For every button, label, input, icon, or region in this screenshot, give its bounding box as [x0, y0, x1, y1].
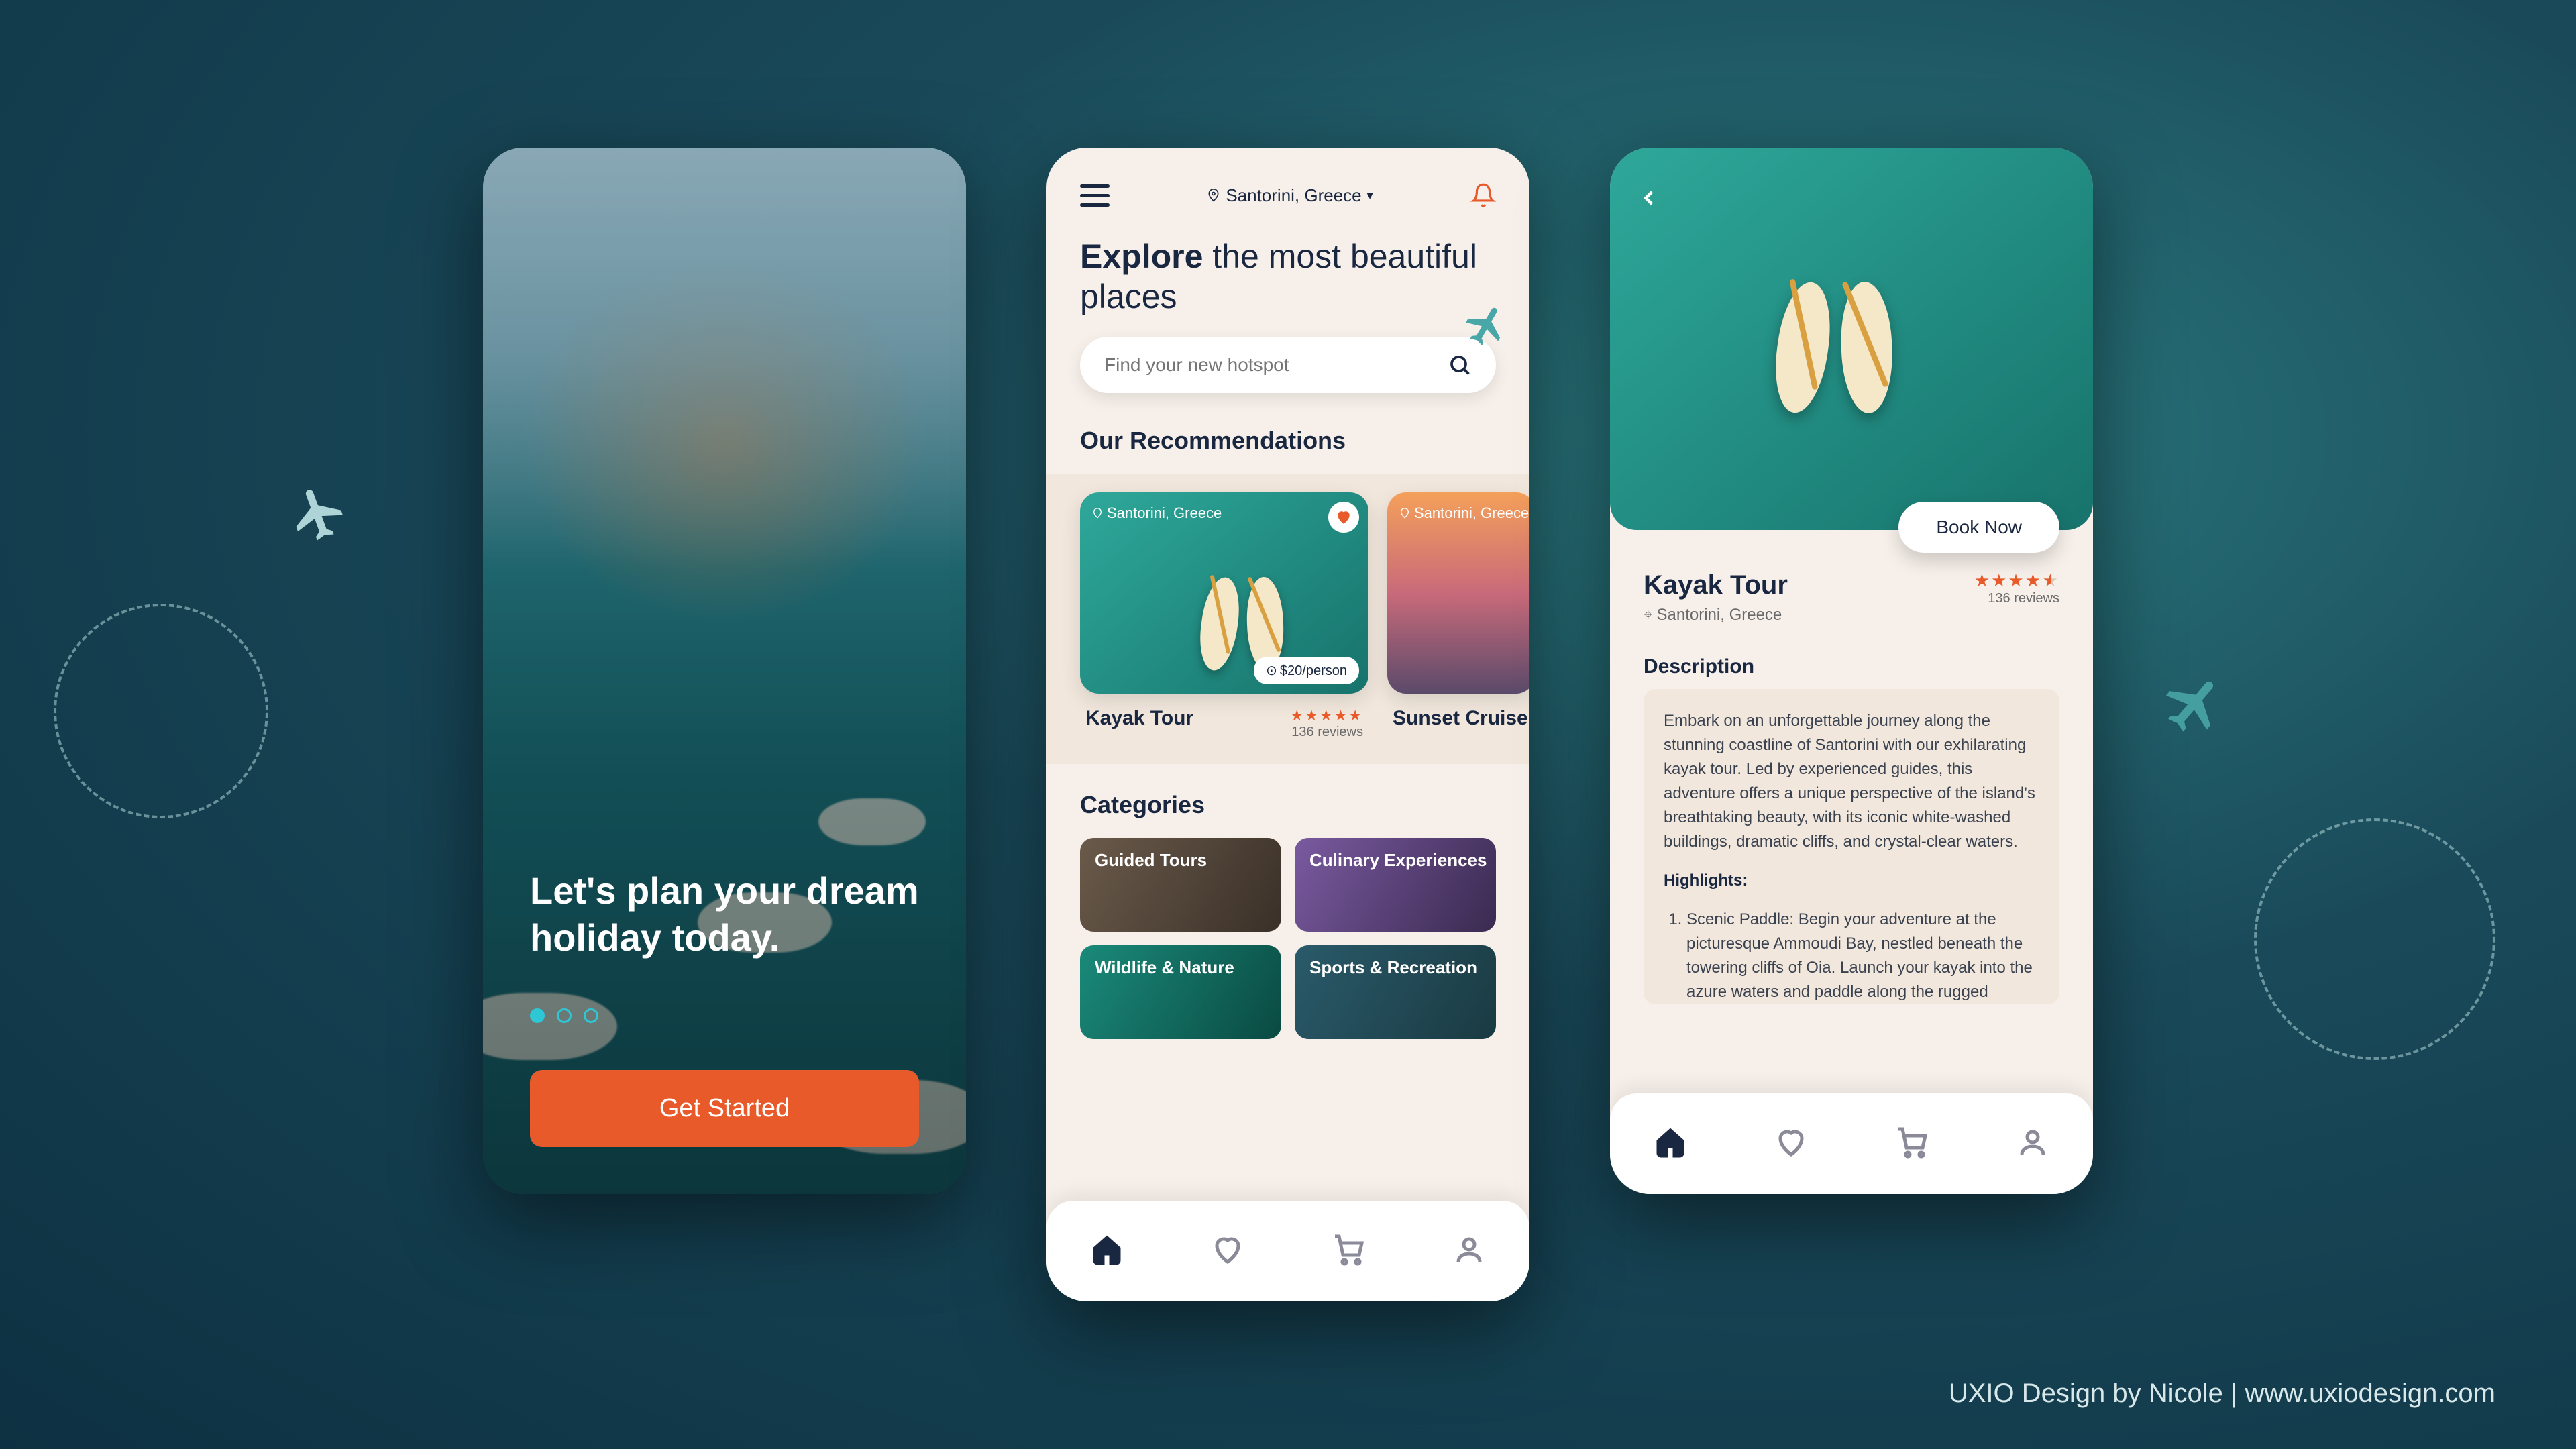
airplane-icon [2145, 657, 2242, 755]
category-sports[interactable]: Sports & Recreation [1295, 945, 1496, 1039]
location-selector[interactable]: Santorini, Greece ▾ [1207, 185, 1373, 206]
detail-title: Kayak Tour [1644, 570, 1788, 600]
book-now-button[interactable]: Book Now [1898, 502, 2059, 553]
recommendations-row[interactable]: Santorini, Greece ⊙$20/person Kayak Tour… [1046, 474, 1529, 764]
nav-home[interactable] [1091, 1234, 1123, 1269]
categories-heading: Categories [1046, 791, 1529, 838]
nav-profile[interactable] [2017, 1126, 2049, 1162]
search-bar[interactable] [1080, 337, 1496, 393]
search-input[interactable] [1104, 354, 1448, 376]
decorative-arc [54, 604, 268, 818]
onboarding-headline: Let's plan your dream holiday today. [530, 867, 919, 961]
card-location: Santorini, Greece [1092, 504, 1222, 522]
carousel-dots[interactable] [530, 1008, 919, 1023]
nav-cart[interactable] [1332, 1234, 1364, 1269]
search-icon[interactable] [1448, 353, 1472, 377]
carousel-dot-1[interactable] [530, 1008, 545, 1023]
nav-profile[interactable] [1453, 1234, 1485, 1269]
bottom-navigation [1610, 1093, 2093, 1194]
bottom-navigation [1046, 1201, 1529, 1301]
hero-image: Book Now [1610, 148, 2093, 530]
nav-cart[interactable] [1896, 1126, 1928, 1162]
carousel-dot-2[interactable] [557, 1008, 572, 1023]
detail-screen: Book Now Kayak Tour ⌖Santorini, Greece ★… [1610, 148, 2093, 1194]
design-credit: UXIO Design by Nicole | www.uxiodesign.c… [1949, 1379, 2496, 1409]
carousel-dot-3[interactable] [584, 1008, 598, 1023]
card-image: Santorini, Greece ⊙$20/person [1080, 492, 1368, 694]
reviews-count: 136 reviews [1290, 724, 1363, 740]
recommendations-heading: Our Recommendations [1046, 427, 1529, 474]
recommendation-card[interactable]: Santorini, Greece ⊙$20/person [1080, 492, 1368, 694]
airplane-icon [279, 474, 358, 555]
price-badge: ⊙$20/person [1254, 657, 1359, 684]
category-guided-tours[interactable]: Guided Tours [1080, 838, 1281, 932]
card-title: Kayak Tour [1085, 707, 1193, 730]
card-title: Sunset Cruise [1393, 707, 1528, 730]
get-started-button[interactable]: Get Started [530, 1070, 919, 1147]
category-wildlife[interactable]: Wildlife & Nature [1080, 945, 1281, 1039]
favorite-button[interactable] [1328, 502, 1359, 533]
description-box[interactable]: Embark on an unforgettable journey along… [1644, 689, 2059, 1004]
nav-favorites[interactable] [1212, 1234, 1244, 1269]
location-label: Santorini, Greece [1226, 185, 1361, 206]
category-culinary[interactable]: Culinary Experiences [1295, 838, 1496, 932]
onboarding-screen: Let's plan your dream holiday today. Get… [483, 148, 966, 1194]
recommendation-card[interactable]: Santorini, Greece [1387, 492, 1529, 694]
description-body: Embark on an unforgettable journey along… [1664, 709, 2039, 854]
rating-stars: ★★★★★ [1290, 707, 1363, 724]
rating-stars: ★★★★★★ [1974, 570, 2059, 591]
notification-icon[interactable] [1470, 181, 1496, 209]
detail-location: ⌖Santorini, Greece [1644, 606, 1788, 625]
explore-screen: Santorini, Greece ▾ Explore the most bea… [1046, 148, 1529, 1301]
highlights-heading: Highlights: [1664, 871, 1748, 890]
description-heading: Description [1610, 631, 2093, 689]
highlight-item: Scenic Paddle: Begin your adventure at t… [1686, 908, 2039, 1004]
nav-favorites[interactable] [1775, 1126, 1807, 1162]
chevron-down-icon: ▾ [1367, 189, 1373, 203]
back-button[interactable] [1637, 181, 1661, 218]
card-image: Santorini, Greece [1387, 492, 1529, 694]
nav-home[interactable] [1654, 1126, 1686, 1162]
explore-headline: Explore the most beautiful places [1046, 209, 1529, 337]
menu-icon[interactable] [1080, 184, 1110, 207]
card-location: Santorini, Greece [1399, 504, 1529, 522]
reviews-count: 136 reviews [1974, 591, 2059, 606]
decorative-arc [2254, 818, 2496, 1060]
